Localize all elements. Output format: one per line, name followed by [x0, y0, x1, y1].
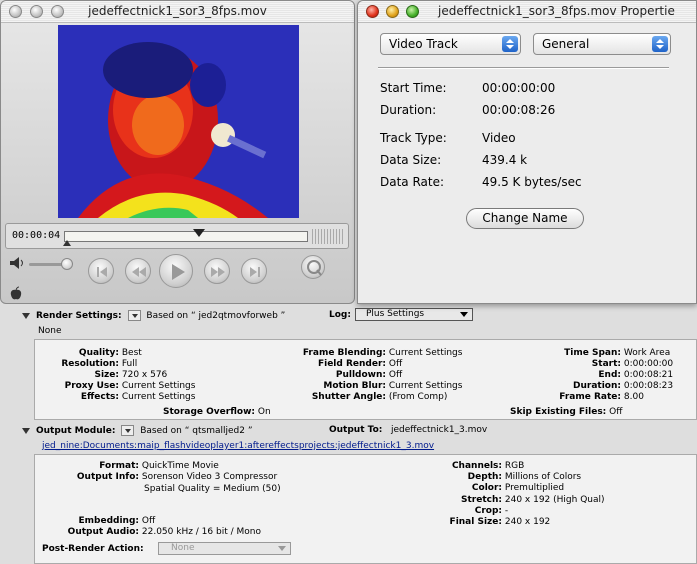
setting-row: Depth: Millions of Colors: [467, 472, 582, 483]
close-button[interactable]: [366, 5, 379, 18]
popup-arrows-icon: [502, 36, 518, 52]
setting-row: Final Size: 240 x 192: [449, 517, 551, 527]
setting-row: Proxy Use: Current Settings: [64, 381, 196, 391]
format-row: Format: QuickTime Movie: [99, 461, 219, 471]
properties-window: jedeffectnick1_sor3_8fps.mov Propertie V…: [357, 0, 697, 304]
popup-arrows-icon: [652, 36, 668, 52]
volume-knob[interactable]: [61, 258, 73, 270]
time-bar: 00:00:04: [5, 223, 349, 249]
fast-forward-icon: [211, 267, 225, 277]
track-popup[interactable]: Video Track: [380, 33, 521, 55]
quicktime-q-icon: [307, 260, 322, 276]
play-button[interactable]: [159, 254, 193, 288]
render-settings-based: Based on “ jed2qtmovforweb ”: [146, 311, 286, 321]
render-settings-label: Render Settings:: [36, 311, 122, 321]
change-name-button[interactable]: Change Name: [466, 208, 584, 229]
setting-row: End: 0:00:08:21: [598, 370, 674, 380]
property-label: Data Rate:: [380, 175, 445, 189]
category-popup[interactable]: General: [533, 33, 671, 55]
minimize-button[interactable]: [386, 5, 399, 18]
setting-row: Size: 720 x 576: [94, 370, 168, 380]
setting-row: Resolution: Full: [61, 359, 138, 369]
disclosure-triangle-icon[interactable]: [22, 427, 30, 434]
setting-row: Shutter Angle: (From Comp): [311, 392, 448, 402]
setting-row: Pulldown: Off: [335, 370, 403, 380]
video-frame[interactable]: [58, 25, 299, 218]
fast-forward-button[interactable]: [204, 258, 230, 284]
render-queue: Render Settings: Based on “ jed2qtmovfor…: [0, 300, 697, 564]
skip-existing-files: Skip Existing Files: Off: [510, 407, 623, 417]
separator: [378, 67, 669, 69]
quicktime-logo-button[interactable]: [301, 255, 325, 279]
output-module-row: Output Module: Based on “ qtsmalljed2 ”: [22, 425, 253, 436]
log-label: Log:: [329, 310, 351, 320]
setting-row: Effects: Current Settings: [80, 392, 196, 402]
setting-row: Field Render: Off: [317, 359, 403, 369]
movie-title: jedeffectnick1_sor3_8fps.mov: [88, 4, 267, 18]
category-popup-label: General: [542, 37, 590, 51]
setting-row: Duration: 0:00:08:23: [573, 381, 674, 391]
render-none-text: None: [38, 326, 62, 336]
go-to-end-icon: [250, 267, 260, 277]
playhead-icon[interactable]: [193, 229, 206, 239]
setting-row: Crop: -: [474, 505, 509, 516]
properties-title: jedeffectnick1_sor3_8fps.mov Propertie: [438, 4, 675, 18]
property-value: 00:00:08:26: [482, 103, 556, 117]
setting-row: Frame Blending: Current Settings: [302, 348, 463, 358]
properties-titlebar[interactable]: jedeffectnick1_sor3_8fps.mov Propertie: [358, 1, 696, 23]
setting-row: Frame Rate: 8.00: [559, 392, 644, 402]
property-value: 00:00:00:00: [482, 81, 556, 95]
property-label: Duration:: [380, 103, 437, 117]
property-label: Track Type:: [380, 131, 447, 145]
log-dropdown[interactable]: Plus Settings: [355, 308, 473, 321]
output-module-dropdown[interactable]: [121, 425, 135, 436]
output-module-based: Based on “ qtsmalljed2 ”: [140, 426, 253, 436]
post-render-dropdown[interactable]: None: [158, 542, 291, 555]
output-audio-row: Output Audio: 22.050 kHz / 16 bit / Mono: [67, 527, 261, 537]
output-to-row: Output To: jedeffectnick1_3.mov: [329, 425, 488, 435]
volume-icon[interactable]: [10, 257, 26, 269]
render-settings-dropdown[interactable]: [127, 310, 141, 321]
output-module-label: Output Module:: [36, 426, 116, 436]
movie-window: jedeffectnick1_sor3_8fps.mov 00:00:04: [0, 0, 355, 304]
setting-row: Color: Premultiplied: [471, 483, 565, 494]
play-icon: [172, 264, 185, 280]
setting-row: Time Span: Work Area: [564, 348, 671, 358]
rewind-button[interactable]: [125, 258, 151, 284]
embedding-row: Embedding: Off: [78, 516, 156, 526]
rewind-icon: [132, 267, 146, 277]
render-settings-panel: Quality: Best Resolution: Full Size: 720 x…: [34, 339, 697, 420]
output-to-value: jedeffectnick1_3.mov: [390, 425, 488, 435]
property-label: Data Size:: [380, 153, 442, 167]
scrubber-track[interactable]: [63, 229, 308, 246]
resize-grip[interactable]: [312, 229, 344, 244]
video-frame-image: [58, 25, 299, 218]
setting-row: Start: 0:00:00:00: [591, 359, 674, 369]
timecode-display: 00:00:04: [12, 230, 61, 241]
in-point-marker-icon[interactable]: [63, 240, 71, 246]
setting-row: Quality: Best: [78, 348, 142, 358]
go-to-end-button[interactable]: [241, 258, 267, 284]
output-info-row: Output Info: Sorenson Video 3 Compressor: [76, 472, 278, 482]
track-popup-label: Video Track: [389, 37, 458, 51]
property-value: 439.4 k: [482, 153, 528, 167]
setting-row: Channels: RGB: [451, 461, 525, 471]
property-value: 49.5 K bytes/sec: [482, 175, 582, 189]
zoom-button[interactable]: [406, 5, 419, 18]
output-path-link[interactable]: jed_nine:Documents:maip_flashvideoplayer…: [42, 441, 434, 451]
render-settings-row: Render Settings: Based on “ jed2qtmovfor…: [22, 310, 285, 321]
go-to-start-icon: [97, 267, 107, 277]
apple-icon: [10, 286, 22, 300]
movie-titlebar[interactable]: jedeffectnick1_sor3_8fps.mov: [1, 1, 354, 23]
property-value: Video: [482, 131, 516, 145]
setting-row: Stretch: 240 x 192 (High Qual): [461, 494, 605, 505]
go-to-start-button[interactable]: [88, 258, 114, 284]
output-info-line2: Spatial Quality = Medium (50): [144, 484, 281, 494]
property-label: Start Time:: [380, 81, 447, 95]
storage-overflow: Storage Overflow: On: [163, 407, 271, 417]
setting-row: Motion Blur: Current Settings: [323, 381, 463, 391]
disclosure-triangle-icon[interactable]: [22, 312, 30, 319]
post-render-label: Post-Render Action:: [42, 544, 144, 554]
